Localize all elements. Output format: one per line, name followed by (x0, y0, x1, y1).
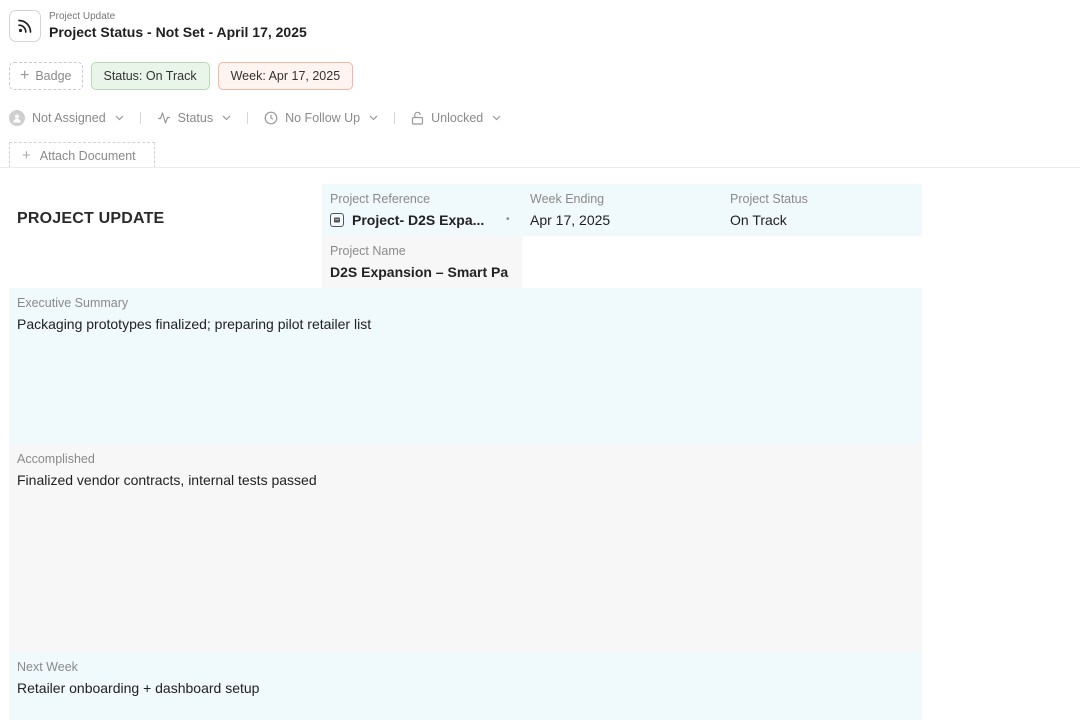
field-label: Executive Summary (17, 296, 129, 310)
project-name-value: D2S Expansion – Smart Pa (330, 264, 509, 280)
clock-icon (264, 111, 278, 125)
project-status-field[interactable]: Project Status On Track (722, 184, 922, 236)
chevron-down-icon (369, 115, 378, 121)
week-ending-value: Apr 17, 2025 (530, 212, 611, 228)
lock-label: Unlocked (431, 111, 484, 125)
separator (139, 112, 141, 124)
accomplished-field[interactable]: Accomplished Finalized vendor contracts,… (9, 444, 922, 652)
attach-document-label: Attach Document (39, 148, 136, 163)
unlock-icon (412, 111, 424, 125)
plus-icon: + (22, 147, 31, 164)
avatar-icon (9, 110, 25, 126)
chevron-down-icon (115, 115, 124, 121)
card-title: PROJECT UPDATE (17, 210, 165, 227)
page-title[interactable]: Project Status - Not Set - April 17, 202… (49, 23, 307, 41)
week-badge[interactable]: Week: Apr 17, 2025 (217, 62, 354, 90)
divider (0, 167, 1080, 168)
plus-icon: + (20, 67, 30, 84)
field-label: Project Status (730, 192, 808, 206)
accomplished-value: Finalized vendor contracts, internal tes… (17, 472, 317, 488)
executive-summary-field[interactable]: Executive Summary Packaging prototypes f… (9, 288, 922, 444)
field-label: Week Ending (530, 192, 605, 206)
status-dropdown[interactable]: Status (157, 111, 231, 125)
project-status-value: On Track (730, 212, 787, 228)
next-week-value: Retailer onboarding + dashboard setup (17, 680, 260, 696)
add-badge-button[interactable]: + Badge (9, 62, 83, 90)
week-ending-field[interactable]: Week Ending Apr 17, 2025 (522, 184, 722, 236)
page-kicker: Project Update (49, 11, 116, 22)
status-badge[interactable]: Status: On Track (90, 62, 210, 90)
project-name-field[interactable]: Project Name D2S Expansion – Smart Pa (322, 236, 522, 288)
title-block: Project Update Project Status - Not Set … (49, 11, 307, 41)
separator (247, 112, 249, 124)
properties-bar: Not Assigned Status No Follow Up Unlocke… (9, 108, 501, 128)
project-reference-field[interactable]: Project Reference Project- D2S Expa... • (322, 184, 522, 236)
project-icon (330, 213, 344, 227)
assignee-dropdown[interactable]: Not Assigned (9, 110, 124, 126)
follow-up-dropdown[interactable]: No Follow Up (264, 111, 378, 125)
assignee-label: Not Assigned (32, 111, 106, 125)
page-header: Project Update Project Status - Not Set … (9, 9, 307, 43)
executive-summary-value: Packaging prototypes finalized; preparin… (17, 316, 372, 332)
project-reference-value: Project- D2S Expa... (352, 212, 485, 228)
separator (394, 112, 396, 124)
lock-dropdown[interactable]: Unlocked (411, 111, 501, 125)
next-week-field[interactable]: Next Week Retailer onboarding + dashboar… (9, 652, 922, 720)
add-badge-label: Badge (35, 69, 72, 83)
field-value[interactable]: Project- D2S Expa... • (330, 211, 514, 229)
rss-icon[interactable] (9, 10, 41, 42)
badge-row: + Badge Status: On Track Week: Apr 17, 2… (9, 62, 354, 90)
attach-document-button[interactable]: + Attach Document (9, 142, 155, 168)
field-label: Next Week (17, 660, 78, 674)
chevron-down-icon (222, 115, 231, 121)
status-label: Status (177, 111, 214, 125)
activity-icon (157, 112, 170, 124)
field-label: Accomplished (17, 452, 95, 466)
follow-up-label: No Follow Up (285, 111, 361, 125)
field-label: Project Reference (330, 192, 431, 206)
more-icon[interactable]: • (506, 211, 510, 229)
field-label: Project Name (330, 244, 406, 258)
chevron-down-icon (492, 115, 501, 121)
